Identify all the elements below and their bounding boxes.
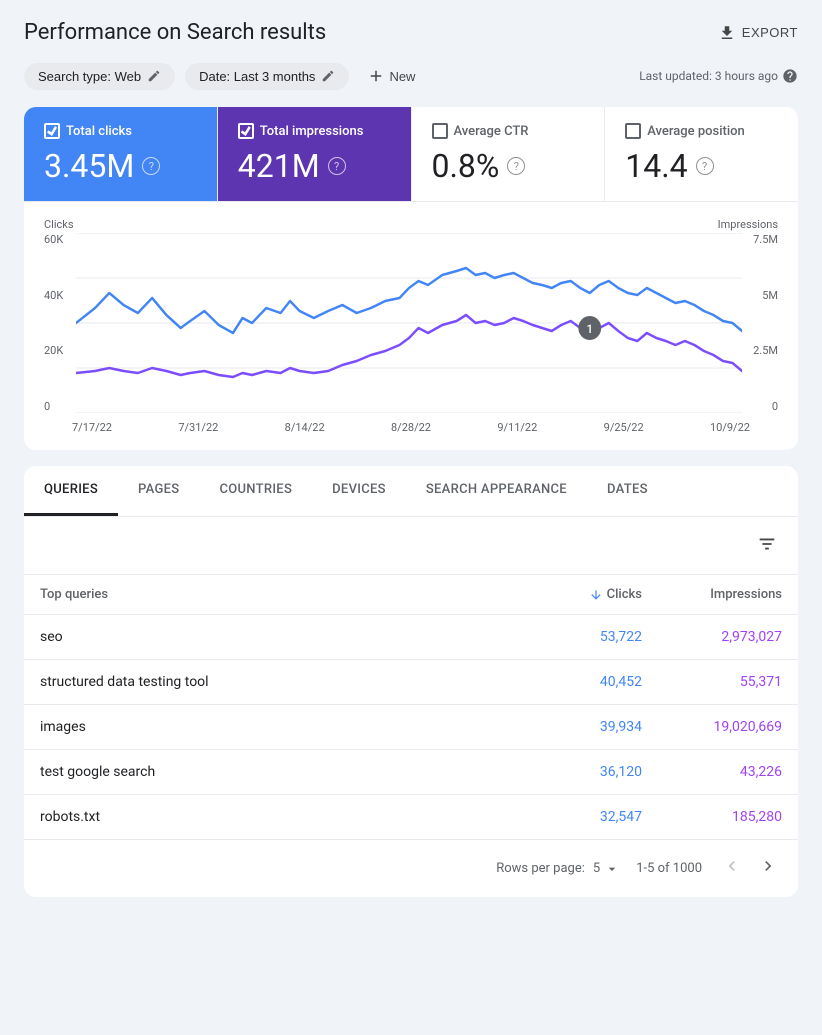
- page-nav: [718, 852, 782, 885]
- table-row: images 39,934 19,020,669: [24, 705, 798, 750]
- col-header-query: Top queries: [40, 587, 522, 602]
- y-left-40k: 40K: [44, 289, 72, 302]
- row-clicks: 36,120: [522, 764, 642, 780]
- tab-queries[interactable]: QUERIES: [24, 466, 118, 516]
- tabs-row: QUERIES PAGES COUNTRIES DEVICES SEARCH A…: [24, 466, 798, 517]
- row-query[interactable]: structured data testing tool: [40, 674, 522, 690]
- row-impressions: 55,371: [642, 674, 782, 690]
- export-button[interactable]: EXPORT: [718, 24, 798, 42]
- impressions-checkbox[interactable]: [238, 123, 254, 139]
- rows-per-page: Rows per page: 5: [496, 861, 620, 877]
- metric-average-position[interactable]: Average position 14.4 ?: [605, 107, 798, 201]
- y-left-0: 0: [44, 400, 72, 413]
- table-row: structured data testing tool 40,452 55,3…: [24, 660, 798, 705]
- row-impressions: 185,280: [642, 809, 782, 825]
- y-right-75m: 7.5M: [746, 233, 778, 246]
- table-body: seo 53,722 2,973,027 structured data tes…: [24, 615, 798, 839]
- row-impressions: 19,020,669: [642, 719, 782, 735]
- clicks-checkbox[interactable]: [44, 123, 60, 139]
- y-right-5m: 5M: [746, 289, 778, 302]
- row-query[interactable]: seo: [40, 629, 522, 645]
- y-axis-left-label: Clicks: [44, 218, 74, 231]
- row-query[interactable]: robots.txt: [40, 809, 522, 825]
- table-filter-button[interactable]: [752, 529, 782, 562]
- table-row: robots.txt 32,547 185,280: [24, 795, 798, 839]
- sort-down-icon: [589, 588, 603, 602]
- clicks-help-icon[interactable]: ?: [142, 157, 160, 175]
- ctr-checkbox[interactable]: [432, 123, 448, 139]
- tab-search-appearance[interactable]: SEARCH APPEARANCE: [406, 466, 587, 516]
- row-clicks: 40,452: [522, 674, 642, 690]
- row-clicks: 32,547: [522, 809, 642, 825]
- last-updated: Last updated: 3 hours ago: [639, 68, 798, 84]
- y-axis-right-label: Impressions: [718, 218, 778, 231]
- x-axis-labels: 7/17/22 7/31/22 8/14/22 8/28/22 9/11/22 …: [44, 413, 778, 434]
- position-checkbox[interactable]: [625, 123, 641, 139]
- svg-text:1: 1: [587, 322, 593, 336]
- y-right-0: 0: [746, 400, 778, 413]
- download-icon: [718, 24, 736, 42]
- metric-total-impressions[interactable]: Total impressions 421M ?: [218, 107, 412, 201]
- chart-svg: 1: [76, 233, 742, 413]
- page-info: 1-5 of 1000: [636, 861, 702, 876]
- filter-icon: [756, 533, 778, 555]
- row-clicks: 39,934: [522, 719, 642, 735]
- chevron-left-icon: [722, 856, 742, 876]
- plus-icon: [367, 67, 385, 85]
- table-row: test google search 36,120 43,226: [24, 750, 798, 795]
- metrics-row: Total clicks 3.45M ? Total impressions 4…: [24, 107, 798, 202]
- search-type-filter[interactable]: Search type: Web: [24, 63, 175, 90]
- impressions-help-icon[interactable]: ?: [328, 157, 346, 175]
- row-query[interactable]: images: [40, 719, 522, 735]
- table-row: seo 53,722 2,973,027: [24, 615, 798, 660]
- next-page-button[interactable]: [754, 852, 782, 885]
- prev-page-button[interactable]: [718, 852, 746, 885]
- rows-per-page-select[interactable]: 5: [593, 861, 620, 877]
- chart-area: Clicks Impressions 60K 40K 20K 0: [24, 202, 798, 450]
- y-left-60k: 60K: [44, 233, 72, 246]
- table-header: Top queries Clicks Impressions: [24, 575, 798, 615]
- row-impressions: 43,226: [642, 764, 782, 780]
- table-toolbar: [24, 517, 798, 575]
- new-button[interactable]: New: [359, 61, 423, 91]
- metric-total-clicks[interactable]: Total clicks 3.45M ?: [24, 107, 218, 201]
- metrics-chart-card: Total clicks 3.45M ? Total impressions 4…: [24, 107, 798, 450]
- tab-pages[interactable]: PAGES: [118, 466, 199, 516]
- row-clicks: 53,722: [522, 629, 642, 645]
- row-impressions: 2,973,027: [642, 629, 782, 645]
- date-filter[interactable]: Date: Last 3 months: [185, 63, 349, 90]
- help-icon: [782, 68, 798, 84]
- tab-devices[interactable]: DEVICES: [312, 466, 406, 516]
- position-help-icon[interactable]: ?: [696, 157, 714, 175]
- edit-icon: [321, 69, 335, 83]
- ctr-help-icon[interactable]: ?: [507, 157, 525, 175]
- col-header-clicks[interactable]: Clicks: [522, 587, 642, 602]
- tab-dates[interactable]: DATES: [587, 466, 668, 516]
- tabs-table-card: QUERIES PAGES COUNTRIES DEVICES SEARCH A…: [24, 466, 798, 897]
- tab-countries[interactable]: COUNTRIES: [199, 466, 312, 516]
- chevron-right-icon: [758, 856, 778, 876]
- metric-average-ctr[interactable]: Average CTR 0.8% ?: [412, 107, 606, 201]
- col-header-impressions[interactable]: Impressions: [642, 587, 782, 602]
- page-title: Performance on Search results: [24, 20, 326, 45]
- y-left-20k: 20K: [44, 344, 72, 357]
- chevron-down-icon: [604, 861, 620, 877]
- edit-icon: [147, 69, 161, 83]
- y-right-25m: 2.5M: [746, 344, 778, 357]
- pagination: Rows per page: 5 1-5 of 1000: [24, 839, 798, 897]
- row-query[interactable]: test google search: [40, 764, 522, 780]
